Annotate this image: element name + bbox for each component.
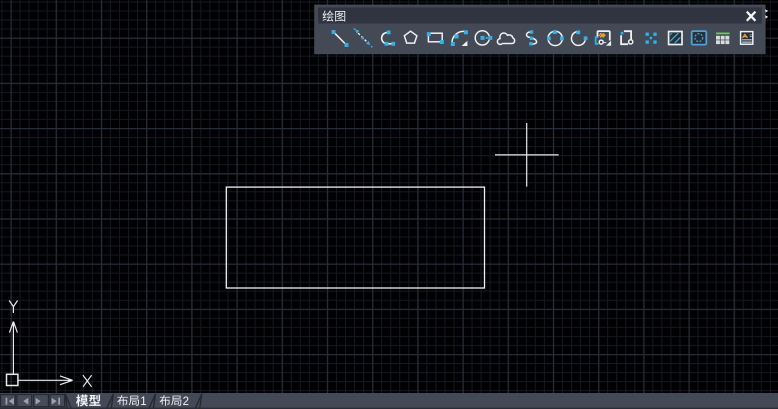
svg-text:2: 2: [183, 396, 189, 408]
svg-text:1: 1: [140, 396, 146, 408]
